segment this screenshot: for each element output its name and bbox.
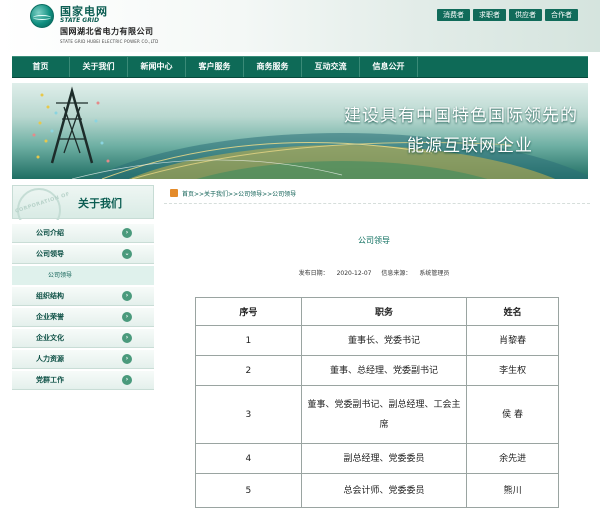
table-row: 5 总会计师、党委委员 熊川	[195, 473, 559, 508]
table-row: 4 副总经理、党委委员 余先进	[195, 443, 559, 474]
nav-business-service[interactable]: 商务服务	[244, 57, 302, 77]
cell-title: 董事长、党委书记	[300, 325, 468, 356]
sidebar-watermark-text: CORPORATION OF	[14, 191, 71, 215]
chevron-right-icon: ›	[122, 354, 132, 364]
page-title: 公司领导	[358, 236, 390, 245]
cell-title: 董事、总经理、党委副书记	[300, 355, 468, 386]
top-link-consumer[interactable]: 消费者	[437, 9, 470, 21]
chevron-right-icon: ›	[122, 312, 132, 322]
cell-no: 4	[195, 443, 302, 474]
sidebar-watermark: CORPORATION OF	[13, 186, 73, 220]
source-label: 信息来源：	[381, 270, 412, 277]
sidebar-item-label: 企业荣誉	[36, 313, 64, 321]
main-nav: 首页 关于我们 新闻中心 客户服务 商务服务 互动交流 信息公开	[12, 56, 588, 78]
hero-banner: 建设具有中国特色国际领先的 能源互联网企业	[12, 83, 588, 179]
company-name-en: STATE GRID HUBEI ELECTRIC POWER CO.,LTD	[60, 39, 159, 44]
cell-title: 总会计师、党委委员	[300, 473, 468, 508]
cell-name: 侯 春	[466, 385, 559, 444]
nav-interaction[interactable]: 互动交流	[302, 57, 360, 77]
breadcrumb-text[interactable]: 首页>>关于我们>>公司领导>>公司领导	[182, 191, 296, 198]
sidebar-item-label: 公司介绍	[36, 229, 64, 237]
chevron-right-icon: ›	[122, 291, 132, 301]
banner-slogan-line1: 建设具有中国特色国际领先的	[344, 106, 578, 126]
sidebar-item-label: 组织结构	[36, 292, 64, 300]
leaders-table: 序号 职务 姓名 1 董事长、党委书记 肖黎春 2 董事、总经理、党委副书记 李…	[195, 297, 559, 508]
chevron-right-icon: ›	[122, 333, 132, 343]
cell-no: 2	[195, 355, 302, 386]
page: 国家电网 STATE GRID 国网湖北省电力有限公司 STATE GRID H…	[0, 0, 600, 509]
column-header-title: 职务	[300, 297, 468, 326]
cell-name: 肖黎春	[466, 325, 559, 356]
banner-slogan-line2: 能源互联网企业	[407, 136, 533, 156]
top-link-partner[interactable]: 合作者	[545, 9, 578, 21]
nav-news[interactable]: 新闻中心	[128, 57, 186, 77]
site-header: 国家电网 STATE GRID 国网湖北省电力有限公司 STATE GRID H…	[0, 0, 600, 52]
sidebar: CORPORATION OF 关于我们 公司介绍 › 公司领导 ⌄ 公司领导 组…	[12, 185, 154, 392]
sidebar-item-label: 党群工作	[36, 376, 64, 384]
cell-no: 1	[195, 325, 302, 356]
top-link-supplier[interactable]: 供应者	[509, 9, 542, 21]
nav-customer-service[interactable]: 客户服务	[186, 57, 244, 77]
audience-links: 消费者 求职者 供应者 合作者	[437, 9, 578, 21]
nav-about[interactable]: 关于我们	[70, 57, 128, 77]
publish-date-label: 发布日期：	[298, 270, 329, 277]
cell-title: 副总经理、党委委员	[300, 443, 468, 474]
cell-title: 董事、党委副书记、副总经理、工会主席	[300, 385, 468, 444]
nav-info-disclosure[interactable]: 信息公开	[360, 57, 418, 77]
cell-name: 余先进	[466, 443, 559, 474]
sidebar-item-honors[interactable]: 企业荣誉 ›	[12, 308, 154, 327]
chevron-down-icon: ⌄	[122, 249, 132, 259]
sidebar-item-label: 公司领导	[36, 250, 64, 258]
cell-name: 李生权	[466, 355, 559, 386]
nav-home[interactable]: 首页	[12, 57, 70, 77]
state-grid-logo-icon[interactable]	[30, 4, 54, 28]
chevron-right-icon: ›	[122, 228, 132, 238]
table-row: 3 董事、党委副书记、副总经理、工会主席 侯 春	[195, 385, 559, 444]
cell-name: 熊川	[466, 473, 559, 508]
sidebar-title: 关于我们	[78, 197, 122, 210]
column-header-name: 姓名	[466, 297, 559, 326]
sidebar-item-organization[interactable]: 组织结构 ›	[12, 287, 154, 306]
chevron-right-icon: ›	[122, 375, 132, 385]
publish-date: 2020-12-07	[336, 270, 372, 277]
sidebar-item-culture[interactable]: 企业文化 ›	[12, 329, 154, 348]
sidebar-subitem-leadership[interactable]: 公司领导	[12, 266, 154, 285]
cell-no: 5	[195, 473, 302, 508]
column-header-no: 序号	[195, 297, 302, 326]
table-row: 2 董事、总经理、党委副书记 李生权	[195, 355, 559, 386]
sidebar-item-hr[interactable]: 人力资源 ›	[12, 350, 154, 369]
breadcrumb: 首页>>关于我们>>公司领导>>公司领导	[164, 188, 590, 204]
sidebar-item-company-intro[interactable]: 公司介绍 ›	[12, 224, 154, 243]
source-value: 系统管理员	[419, 270, 450, 277]
article-meta: 发布日期： 2020-12-07 信息来源： 系统管理员	[164, 268, 584, 277]
sidebar-item-leadership[interactable]: 公司领导 ⌄	[12, 245, 154, 264]
company-name-cn: 国网湖北省电力有限公司	[60, 27, 154, 36]
home-icon	[170, 189, 178, 197]
sidebar-item-label: 企业文化	[36, 334, 64, 342]
table-header-row: 序号 职务 姓名	[195, 297, 559, 326]
top-link-jobseeker[interactable]: 求职者	[473, 9, 506, 21]
table-row: 1 董事长、党委书记 肖黎春	[195, 325, 559, 356]
sidebar-item-label: 人力资源	[36, 355, 64, 363]
logo-text-en: STATE GRID	[60, 17, 100, 24]
sidebar-header: CORPORATION OF 关于我们	[12, 185, 154, 220]
sidebar-item-party-work[interactable]: 党群工作 ›	[12, 371, 154, 390]
cell-no: 3	[195, 385, 302, 444]
